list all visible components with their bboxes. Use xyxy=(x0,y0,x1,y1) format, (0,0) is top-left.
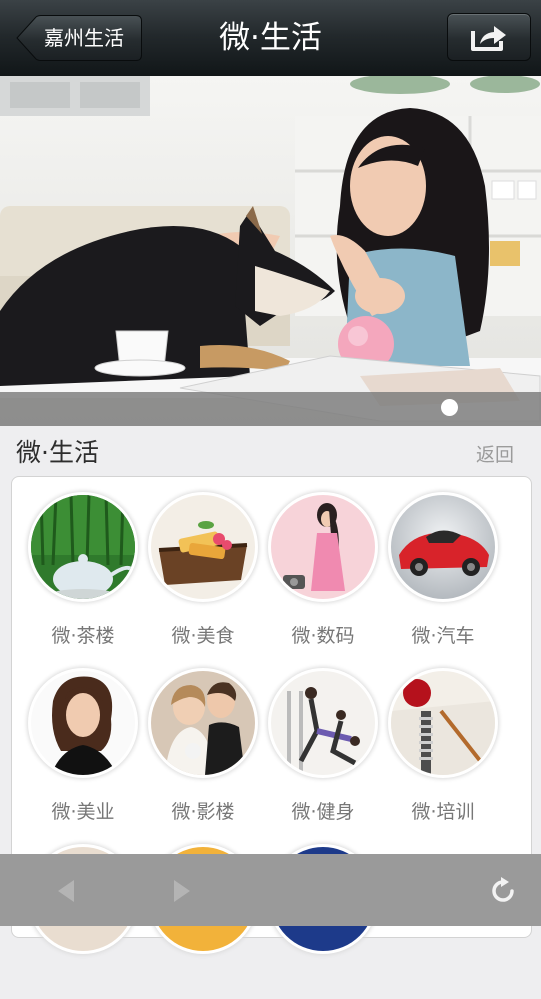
teahouse-thumb xyxy=(31,495,135,599)
grid-item-label: 微·健身 xyxy=(291,801,355,823)
carousel-strip xyxy=(0,392,541,426)
top-nav-bar: 嘉州生活 微·生活 xyxy=(0,0,541,77)
arrow-left-icon[interactable] xyxy=(54,878,78,904)
page-title: 微·生活 xyxy=(219,20,322,56)
bottom-toolbar xyxy=(0,854,541,926)
share-icon xyxy=(471,26,506,51)
banner-carousel[interactable] xyxy=(0,76,541,426)
back-button[interactable]: 嘉州生活 xyxy=(16,15,142,61)
grid-item-label: 微·数码 xyxy=(291,625,355,647)
grid-item-food[interactable]: 微·美食 xyxy=(143,487,263,647)
arrow-right-icon[interactable] xyxy=(170,878,194,904)
share-button[interactable] xyxy=(447,13,531,61)
grid-item-teahouse[interactable]: 微·茶楼 xyxy=(23,487,143,647)
back-button-label: 嘉州生活 xyxy=(44,26,124,50)
car-thumb xyxy=(391,495,495,599)
refresh-icon[interactable] xyxy=(488,876,518,906)
return-link[interactable]: 返回 xyxy=(476,440,514,470)
beauty-thumb xyxy=(31,671,135,775)
grid-item-label: 微·美业 xyxy=(51,801,115,823)
grid-item-label: 微·汽车 xyxy=(411,625,475,647)
digital-thumb xyxy=(271,495,375,599)
photo-studio-thumb xyxy=(151,671,255,775)
grid-item-label: 微·茶楼 xyxy=(51,625,115,647)
grid-item-label: 微·美食 xyxy=(171,625,235,647)
banner-photo xyxy=(0,76,541,426)
grid-item-car[interactable]: 微·汽车 xyxy=(383,487,503,647)
grid-item-label: 微·培训 xyxy=(411,801,475,823)
fitness-thumb xyxy=(271,671,375,775)
grid-item-beauty[interactable]: 微·美业 xyxy=(23,663,143,823)
training-thumb xyxy=(391,671,495,775)
food-thumb xyxy=(151,495,255,599)
grid-item-photo-studio[interactable]: 微·影楼 xyxy=(143,663,263,823)
carousel-indicator-dot[interactable] xyxy=(441,399,458,416)
grid-item-label: 微·影楼 xyxy=(171,801,235,823)
grid-item-training[interactable]: 微·培训 xyxy=(383,663,503,823)
grid-item-digital[interactable]: 微·数码 xyxy=(263,487,383,647)
grid-item-fitness[interactable]: 微·健身 xyxy=(263,663,383,823)
section-title: 微·生活 xyxy=(16,438,99,467)
